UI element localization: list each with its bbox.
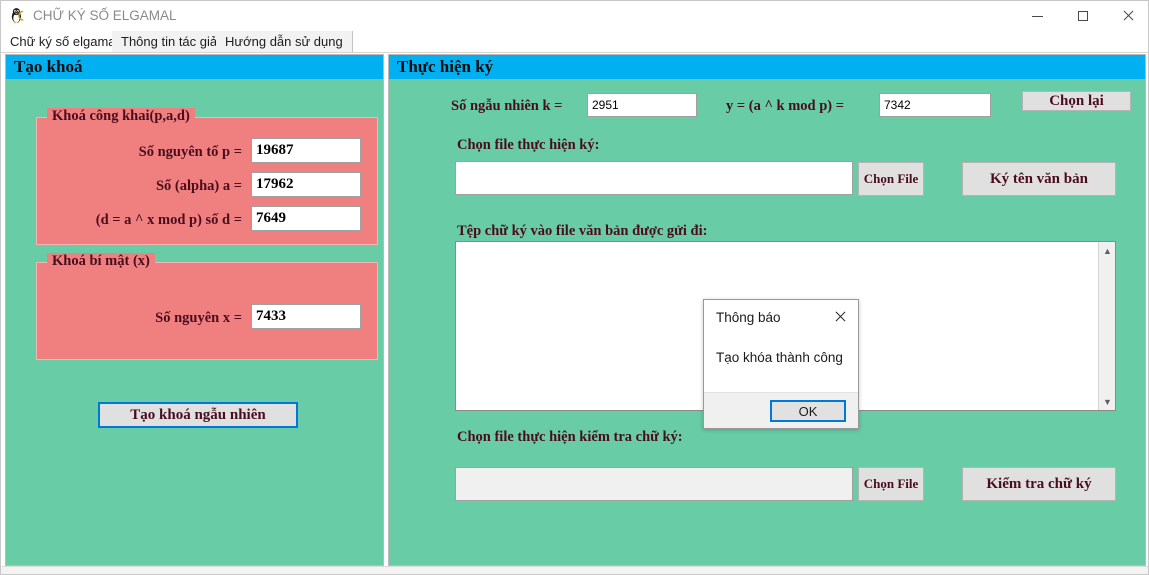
maximize-button[interactable] (1060, 1, 1105, 31)
secret-x-input[interactable]: 7433 (251, 304, 361, 329)
secret-key-group-title: Khoá bí mật (x) (47, 253, 155, 270)
sign-document-button[interactable]: Ký tên văn bản (962, 162, 1116, 196)
sign-file-path-input[interactable] (455, 161, 853, 195)
dialog-message: Tạo khóa thành công (716, 350, 843, 365)
tab-strip: Chữ ký số elgamal Thông tin tác giả Hướn… (1, 31, 1148, 53)
public-key-group: Khoá công khai(p,a,d) Số nguyên tố p = 1… (36, 108, 378, 245)
notification-dialog: Thông báo Tạo khóa thành công OK (703, 299, 859, 429)
reset-button[interactable]: Chọn lại (1022, 91, 1131, 111)
sign-file-browse-button[interactable]: Chọn File (858, 162, 924, 196)
key-generation-header: Tạo khoá (6, 55, 383, 79)
maximize-icon (1077, 11, 1088, 21)
sign-file-label: Chọn file thực hiện ký: (457, 137, 600, 153)
dialog-ok-button[interactable]: OK (770, 400, 846, 422)
close-icon (834, 311, 846, 323)
tab-strip-divider (1, 52, 1148, 53)
generate-random-key-button[interactable]: Tạo khoá ngẫu nhiên (98, 402, 298, 428)
value-d-input[interactable]: 7649 (251, 206, 361, 231)
y-value-label: y = (a ^ k mod p) = (726, 98, 845, 114)
tab-huong-dan-su-dung[interactable]: Hướng dẫn sử dụng (216, 31, 353, 53)
close-button[interactable] (1105, 1, 1148, 31)
secret-key-group: Khoá bí mật (x) Số nguyên x = 7433 (36, 253, 378, 360)
key-generation-panel: Tạo khoá Khoá công khai(p,a,d) Số nguyên… (5, 54, 384, 566)
y-value-input[interactable]: 7342 (879, 93, 991, 117)
alpha-a-input[interactable]: 17962 (251, 172, 361, 197)
scroll-up-icon[interactable]: ▲ (1099, 242, 1116, 259)
secret-x-label: Số nguyên x = (155, 310, 242, 326)
random-k-input[interactable]: 2951 (587, 93, 697, 117)
verify-file-label: Chọn file thực hiện kiểm tra chữ ký: (457, 429, 683, 445)
verify-file-path-input[interactable] (455, 467, 853, 501)
public-key-group-title: Khoá công khai(p,a,d) (47, 108, 195, 125)
window-title: CHỮ KÝ SỐ ELGAMAL (33, 8, 177, 23)
random-k-label: Số ngẫu nhiên k = (451, 98, 563, 114)
minimize-icon (1032, 15, 1043, 17)
tab-thong-tin-tac-gia[interactable]: Thông tin tác giả (112, 31, 228, 53)
tab-chu-ky-so-elgamal[interactable]: Chữ ký số elgamal (1, 31, 129, 53)
prime-p-input[interactable]: 19687 (251, 138, 361, 163)
close-icon (1122, 10, 1134, 22)
verify-signature-button[interactable]: Kiểm tra chữ ký (962, 467, 1116, 501)
verify-file-browse-button[interactable]: Chọn File (858, 467, 924, 501)
prime-p-label: Số nguyên tố p = (138, 144, 242, 160)
scroll-down-icon[interactable]: ▼ (1099, 393, 1116, 410)
signature-output-label: Tệp chữ ký vào file văn bản được gửi đi: (457, 223, 708, 239)
dialog-title: Thông báo (716, 310, 781, 325)
signature-output-scrollbar[interactable]: ▲ ▼ (1098, 242, 1115, 410)
dialog-close-button[interactable] (830, 307, 850, 327)
alpha-a-label: Số (alpha) a = (155, 178, 242, 194)
status-bar (1, 566, 1148, 574)
minimize-button[interactable] (1015, 1, 1060, 31)
value-d-label: (d = a ^ x mod p) số d = (95, 212, 242, 228)
application-window: CHỮ KÝ SỐ ELGAMAL Chữ ký số elgamal Thôn… (0, 0, 1149, 575)
signing-header: Thực hiện ký (389, 55, 1145, 79)
penguin-icon (9, 7, 27, 25)
dialog-footer: OK (704, 392, 858, 428)
title-bar: CHỮ KÝ SỐ ELGAMAL (1, 1, 1148, 31)
